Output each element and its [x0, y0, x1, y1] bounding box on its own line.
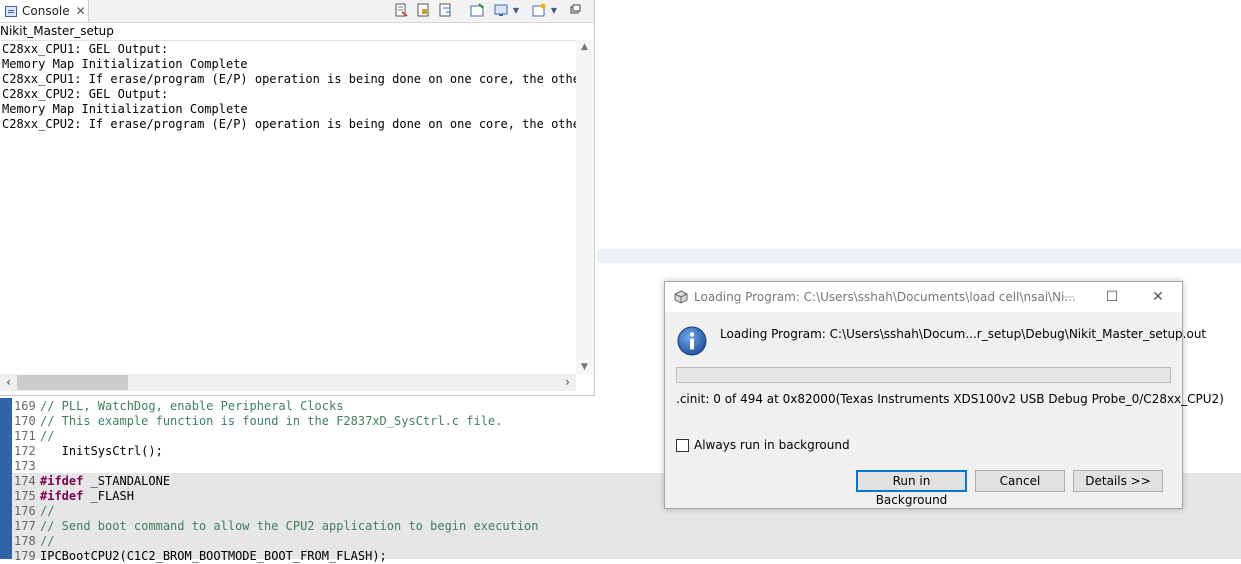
- console-line: C28xx_CPU2: If erase/program (E/P) opera…: [2, 117, 576, 131]
- dialog-title: Loading Program: C:\Users\sshah\Document…: [694, 290, 1076, 304]
- close-button[interactable]: ✕: [1144, 286, 1172, 308]
- code-line: 179 IPCBootCPU2(C1C2_BROM_BOOTMODE_BOOT_F…: [14, 549, 387, 563]
- code-line: 170// This example function is found in …: [14, 414, 503, 428]
- run-in-background-button[interactable]: Run in Background: [856, 470, 967, 507]
- pin-console-icon[interactable]: [469, 3, 485, 19]
- console-view: Console ✕ ▼ ▼ Nikit_Master_setup C28xx_C…: [0, 0, 595, 396]
- code-line: 177// Send boot command to allow the CPU…: [14, 519, 539, 533]
- console-icon: [5, 5, 17, 17]
- scrollbar-thumb[interactable]: [17, 375, 128, 390]
- console-line: Memory Map Initialization Complete: [2, 57, 248, 71]
- clear-console-icon[interactable]: [393, 3, 409, 19]
- highlight-band: [597, 249, 1241, 263]
- loading-program-dialog: Loading Program: C:\Users\sshah\Document…: [664, 281, 1224, 509]
- progress-bar: [676, 367, 1171, 383]
- chevron-down-icon[interactable]: ▼: [549, 3, 559, 19]
- code-line: 172 InitSysCtrl();: [14, 444, 163, 458]
- horizontal-scrollbar[interactable]: ‹ ›: [0, 374, 576, 391]
- tab-console[interactable]: Console ✕: [0, 0, 89, 22]
- dialog-message: Loading Program: C:\Users\sshah\Docum...…: [720, 327, 1207, 341]
- code-line: 174 #ifdef _STANDALONE: [14, 474, 171, 488]
- info-icon: [677, 326, 707, 356]
- code-line: 171//: [14, 429, 55, 443]
- progress-status: .cinit: 0 of 494 at 0x82000(Texas Instru…: [676, 392, 1224, 406]
- console-line: C28xx_CPU2: GEL Output:: [2, 87, 169, 101]
- scroll-lock-icon[interactable]: [415, 3, 431, 19]
- console-line: Memory Map Initialization Complete: [2, 102, 248, 116]
- checkbox-label: Always run in background: [694, 438, 850, 452]
- console-tabbar: Console ✕ ▼ ▼: [0, 0, 594, 23]
- minimize-icon[interactable]: [567, 3, 583, 19]
- app-icon: [674, 290, 688, 304]
- code-line: 173: [14, 459, 36, 473]
- editor-gutter: [0, 398, 12, 559]
- open-console-icon[interactable]: [531, 3, 547, 19]
- code-line: 176//: [14, 504, 55, 518]
- console-line: C28xx_CPU1: GEL Output:: [2, 42, 169, 56]
- scroll-up-icon[interactable]: ▲: [576, 40, 593, 54]
- tab-console-label: Console: [22, 4, 70, 18]
- word-wrap-icon[interactable]: [438, 3, 454, 19]
- scroll-down-icon[interactable]: ▼: [576, 360, 593, 374]
- checkbox-box[interactable]: [676, 438, 689, 452]
- code-line: 175 #ifdef _FLASH: [14, 489, 134, 503]
- minimize-button[interactable]: —: [1054, 286, 1082, 308]
- vertical-scrollbar[interactable]: ▲ ▼: [576, 40, 593, 374]
- console-line: C28xx_CPU1: If erase/program (E/P) opera…: [2, 72, 576, 86]
- maximize-button[interactable]: ☐: [1098, 286, 1126, 308]
- close-icon[interactable]: ✕: [76, 4, 86, 18]
- always-run-background-checkbox[interactable]: Always run in background: [676, 438, 850, 452]
- scroll-right-icon[interactable]: ›: [559, 374, 576, 391]
- cancel-button[interactable]: Cancel: [975, 470, 1065, 492]
- scroll-left-icon[interactable]: ‹: [0, 374, 17, 391]
- code-line: 169// PLL, WatchDog, enable Peripheral C…: [14, 399, 344, 413]
- console-project-label: Nikit_Master_setup: [0, 24, 114, 38]
- chevron-down-icon[interactable]: ▼: [511, 3, 521, 19]
- code-line: 178//: [14, 534, 55, 548]
- dialog-titlebar[interactable]: Loading Program: C:\Users\sshah\Document…: [665, 282, 1182, 312]
- details-button[interactable]: Details >>: [1073, 470, 1163, 492]
- display-console-icon[interactable]: [493, 3, 509, 19]
- console-output[interactable]: C28xx_CPU1: GEL Output: Memory Map Initi…: [0, 40, 576, 375]
